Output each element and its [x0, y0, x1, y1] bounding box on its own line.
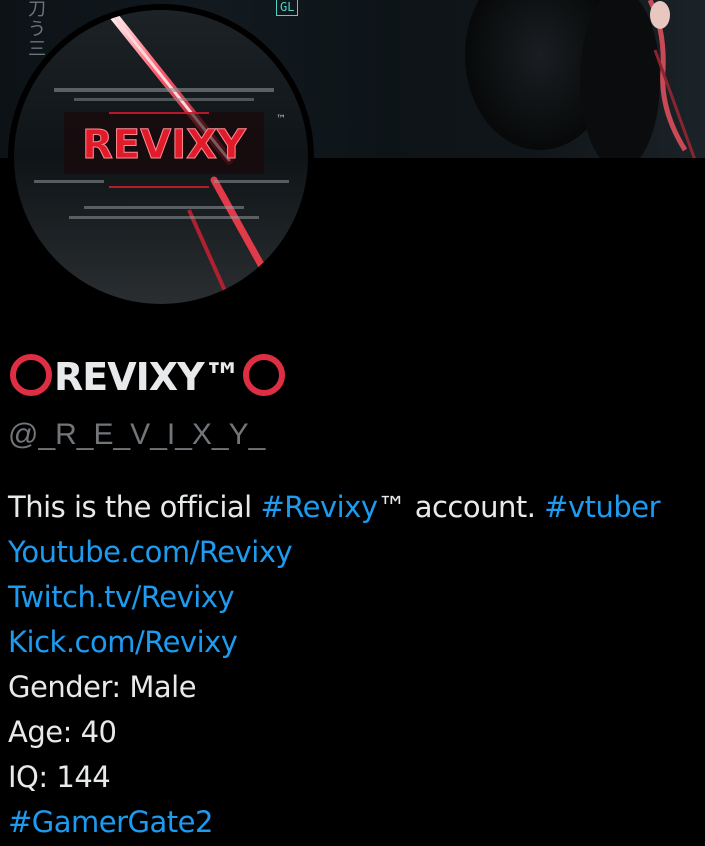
- twitch-link[interactable]: Twitch.tv/Revixy: [8, 575, 705, 620]
- avatar-logo-text: REVIXY: [82, 122, 247, 168]
- hashtag-link-gamergate2[interactable]: #GamerGate2: [8, 800, 705, 845]
- kick-link[interactable]: Kick.com/Revixy: [8, 620, 705, 665]
- bio-gender: Gender: Male: [8, 670, 197, 704]
- banner-glyph: 刀: [28, 0, 46, 20]
- bio-line: This is the official #Revixy™ account. #…: [8, 485, 705, 530]
- banner-figure-image: [465, 0, 696, 158]
- bio-text: This is the official: [8, 490, 261, 524]
- banner-glyph: う: [28, 19, 46, 40]
- profile-avatar[interactable]: REVIXY ™: [8, 4, 314, 310]
- hashtag-link-vtuber[interactable]: #vtuber: [544, 490, 660, 524]
- bio-age: Age: 40: [8, 715, 117, 749]
- profile-handle: @_R_E_V_I_X_Y_: [8, 418, 266, 451]
- hashtag-link-revixy[interactable]: #Revixy: [260, 490, 378, 524]
- profile-bio: This is the official #Revixy™ account. #…: [8, 485, 705, 845]
- profile-display-name: REVIXY™: [8, 352, 287, 402]
- bio-iq: IQ: 144: [8, 760, 111, 794]
- avatar-logo-tm: ™: [276, 114, 286, 125]
- youtube-link[interactable]: Youtube.com/Revixy: [8, 530, 705, 575]
- banner-badge: GL: [276, 0, 299, 16]
- circle-emoji-icon: [242, 354, 285, 396]
- avatar-image: REVIXY ™: [14, 10, 308, 304]
- display-name-text: REVIXY™: [54, 355, 242, 399]
- avatar-art: REVIXY ™: [14, 10, 308, 304]
- bio-text: ™ account.: [377, 490, 545, 524]
- circle-emoji-icon: [10, 354, 52, 396]
